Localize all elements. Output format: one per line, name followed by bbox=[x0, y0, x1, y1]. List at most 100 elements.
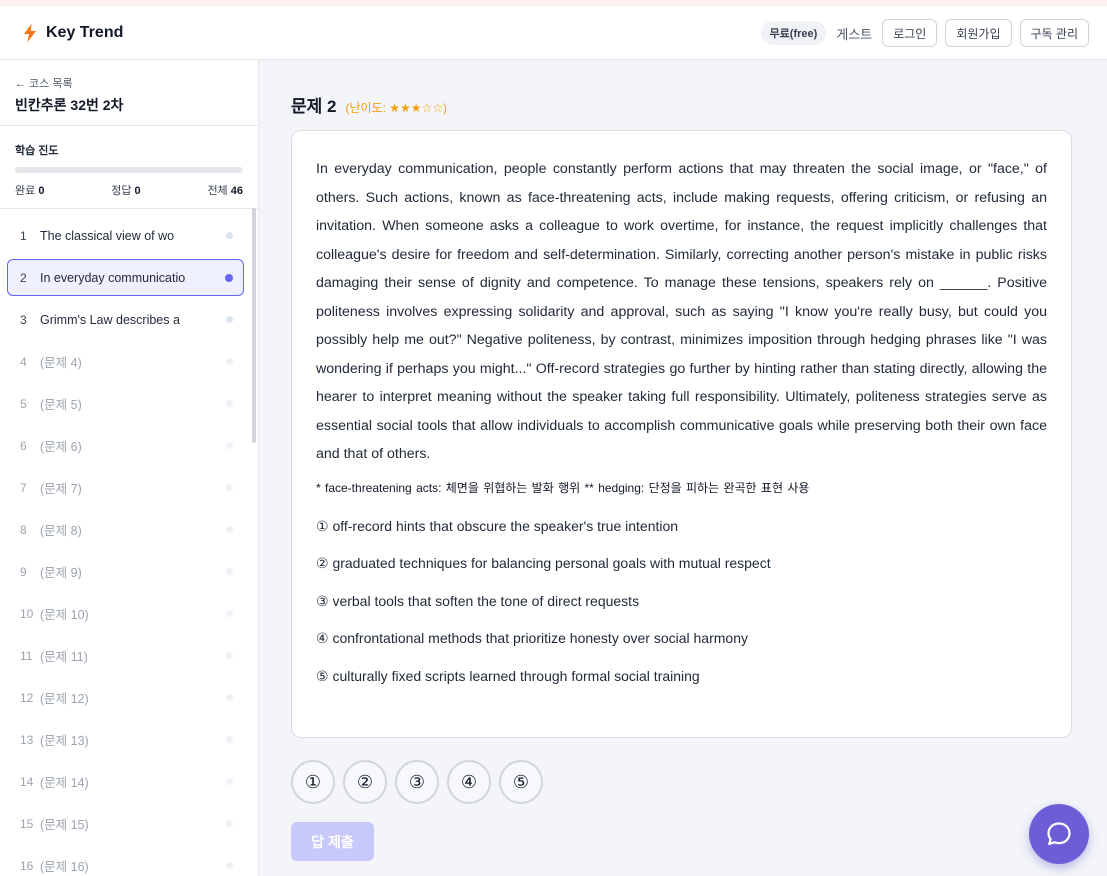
question-number: 5 bbox=[20, 396, 27, 411]
question-label: (문제 16) bbox=[40, 860, 89, 874]
progress-stats: 완료 0 정답 0 전체 46 bbox=[15, 182, 243, 198]
question-number: 2 bbox=[20, 270, 27, 285]
status-dot bbox=[225, 273, 233, 282]
status-dot bbox=[226, 442, 233, 449]
done-stat: 완료 0 bbox=[15, 182, 44, 198]
plan-badge: 무료(free) bbox=[760, 21, 827, 45]
question-label: (문제 4) bbox=[40, 356, 82, 370]
signup-button[interactable]: 회원가입 bbox=[945, 19, 1012, 47]
question-item-5[interactable]: 5 (문제 5) bbox=[7, 385, 244, 422]
total-label: 전체 bbox=[207, 185, 228, 197]
question-label: (문제 9) bbox=[40, 566, 82, 580]
course-title: 빈칸추론 32번 2차 bbox=[15, 97, 124, 113]
question-label: (문제 8) bbox=[40, 524, 82, 538]
progress-label: 학습 진도 bbox=[15, 145, 59, 157]
question-item-14[interactable]: 14 (문제 14) bbox=[7, 763, 244, 800]
question-number: 15 bbox=[20, 816, 34, 831]
passage-text: In everyday communication, people consta… bbox=[316, 161, 1047, 462]
question-label: The classical view of wo bbox=[40, 228, 175, 243]
question-item-4[interactable]: 4 (문제 4) bbox=[7, 343, 244, 380]
option-3[interactable]: ③ verbal tools that soften the tone of d… bbox=[316, 591, 1047, 629]
question-number: 14 bbox=[20, 774, 34, 789]
question-header: 문제 2 (난이도: ★★★☆☆) bbox=[291, 92, 447, 117]
status-dot bbox=[226, 526, 233, 533]
choice-2-button[interactable]: ② bbox=[343, 760, 387, 804]
sidebar: ← 코스 목록 빈칸추론 32번 2차 학습 진도 완료 0 정답 0 전체 4… bbox=[0, 60, 259, 876]
question-number: 9 bbox=[20, 564, 27, 579]
done-label: 완료 bbox=[15, 185, 36, 197]
question-number: 8 bbox=[20, 522, 27, 537]
question-number: 10 bbox=[20, 606, 34, 621]
question-item-1[interactable]: 1 The classical view of wo bbox=[7, 217, 244, 254]
question-item-3[interactable]: 3 Grimm's Law describes a bbox=[7, 301, 244, 338]
correct-count: 0 bbox=[134, 185, 141, 197]
sidebar-scrollbar[interactable] bbox=[252, 208, 256, 443]
correct-stat: 정답 0 bbox=[111, 182, 140, 198]
total-count: 46 bbox=[230, 185, 243, 197]
question-label: (문제 6) bbox=[40, 440, 82, 454]
status-dot bbox=[226, 400, 233, 407]
status-dot bbox=[226, 232, 233, 239]
question-card: In everyday communication, people consta… bbox=[291, 130, 1072, 738]
option-5[interactable]: ⑤ culturally fixed scripts learned throu… bbox=[316, 666, 1047, 704]
question-area: 문제 2 (난이도: ★★★☆☆) In everyday communicat… bbox=[259, 60, 1107, 876]
question-label: (문제 12) bbox=[40, 692, 89, 706]
question-item-16[interactable]: 16 (문제 16) bbox=[7, 847, 244, 876]
question-number: 6 bbox=[20, 438, 27, 453]
chat-button[interactable] bbox=[1029, 804, 1089, 864]
user-label: 게스트 bbox=[836, 26, 873, 42]
status-dot bbox=[226, 862, 233, 869]
correct-label: 정답 bbox=[111, 185, 132, 197]
subscription-button[interactable]: 구독 관리 bbox=[1019, 19, 1089, 47]
status-dot bbox=[226, 652, 233, 659]
status-dot bbox=[226, 358, 233, 365]
answer-choice-buttons: ① ② ③ ④ ⑤ bbox=[291, 760, 543, 804]
status-dot bbox=[226, 610, 233, 617]
progress-panel: 학습 진도 완료 0 정답 0 전체 46 bbox=[0, 126, 258, 209]
question-label: (문제 14) bbox=[40, 776, 89, 790]
header-actions: 무료(free) 게스트 로그인 회원가입 구독 관리 bbox=[760, 6, 1089, 60]
question-label: (문제 7) bbox=[40, 482, 82, 496]
option-1[interactable]: ① off-record hints that obscure the spea… bbox=[316, 516, 1047, 554]
choice-1-button[interactable]: ① bbox=[291, 760, 335, 804]
status-dot bbox=[226, 568, 233, 575]
question-item-9[interactable]: 9 (문제 9) bbox=[7, 553, 244, 590]
question-number: 11 bbox=[20, 648, 33, 663]
question-item-10[interactable]: 10 (문제 10) bbox=[7, 595, 244, 632]
back-to-courses-link[interactable]: ← 코스 목록 bbox=[15, 75, 243, 91]
question-label: Grimm's Law describes a bbox=[40, 312, 180, 327]
question-number: 12 bbox=[20, 690, 34, 705]
question-item-15[interactable]: 15 (문제 15) bbox=[7, 805, 244, 842]
question-title: 문제 2 bbox=[291, 97, 337, 116]
status-dot bbox=[226, 316, 233, 323]
question-item-11[interactable]: 11 (문제 11) bbox=[7, 637, 244, 674]
submit-answer-button[interactable]: 답 제출 bbox=[291, 822, 374, 861]
question-item-6[interactable]: 6 (문제 6) bbox=[7, 427, 244, 464]
vocab-note: * face-threatening acts: 체면을 위협하는 발화 행위 … bbox=[316, 480, 810, 495]
option-4[interactable]: ④ confrontational methods that prioritiz… bbox=[316, 628, 1047, 666]
question-item-13[interactable]: 13 (문제 13) bbox=[7, 721, 244, 758]
bolt-icon bbox=[24, 24, 36, 42]
question-number: 4 bbox=[20, 354, 27, 369]
choice-5-button[interactable]: ⑤ bbox=[499, 760, 543, 804]
status-dot bbox=[226, 778, 233, 785]
app-logo[interactable]: Key Trend bbox=[22, 6, 123, 60]
question-item-2[interactable]: 2 In everyday communicatio bbox=[7, 259, 244, 296]
status-dot bbox=[226, 820, 233, 827]
question-list: 1 The classical view of wo 2 In everyday c… bbox=[0, 209, 258, 876]
status-dot bbox=[226, 484, 233, 491]
choice-3-button[interactable]: ③ bbox=[395, 760, 439, 804]
chat-bubble-icon bbox=[1047, 822, 1071, 846]
question-item-8[interactable]: 8 (문제 8) bbox=[7, 511, 244, 548]
question-number: 3 bbox=[20, 312, 27, 327]
login-button[interactable]: 로그인 bbox=[882, 19, 938, 47]
status-dot bbox=[226, 736, 233, 743]
progress-bar bbox=[15, 167, 243, 173]
question-item-12[interactable]: 12 (문제 12) bbox=[7, 679, 244, 716]
question-item-7[interactable]: 7 (문제 7) bbox=[7, 469, 244, 506]
app-header: Key Trend 무료(free) 게스트 로그인 회원가입 구독 관리 bbox=[0, 6, 1107, 60]
question-label: (문제 13) bbox=[40, 734, 89, 748]
choice-4-button[interactable]: ④ bbox=[447, 760, 491, 804]
option-2[interactable]: ② graduated techniques for balancing per… bbox=[316, 553, 1047, 591]
question-label: In everyday communicatio bbox=[40, 270, 186, 285]
